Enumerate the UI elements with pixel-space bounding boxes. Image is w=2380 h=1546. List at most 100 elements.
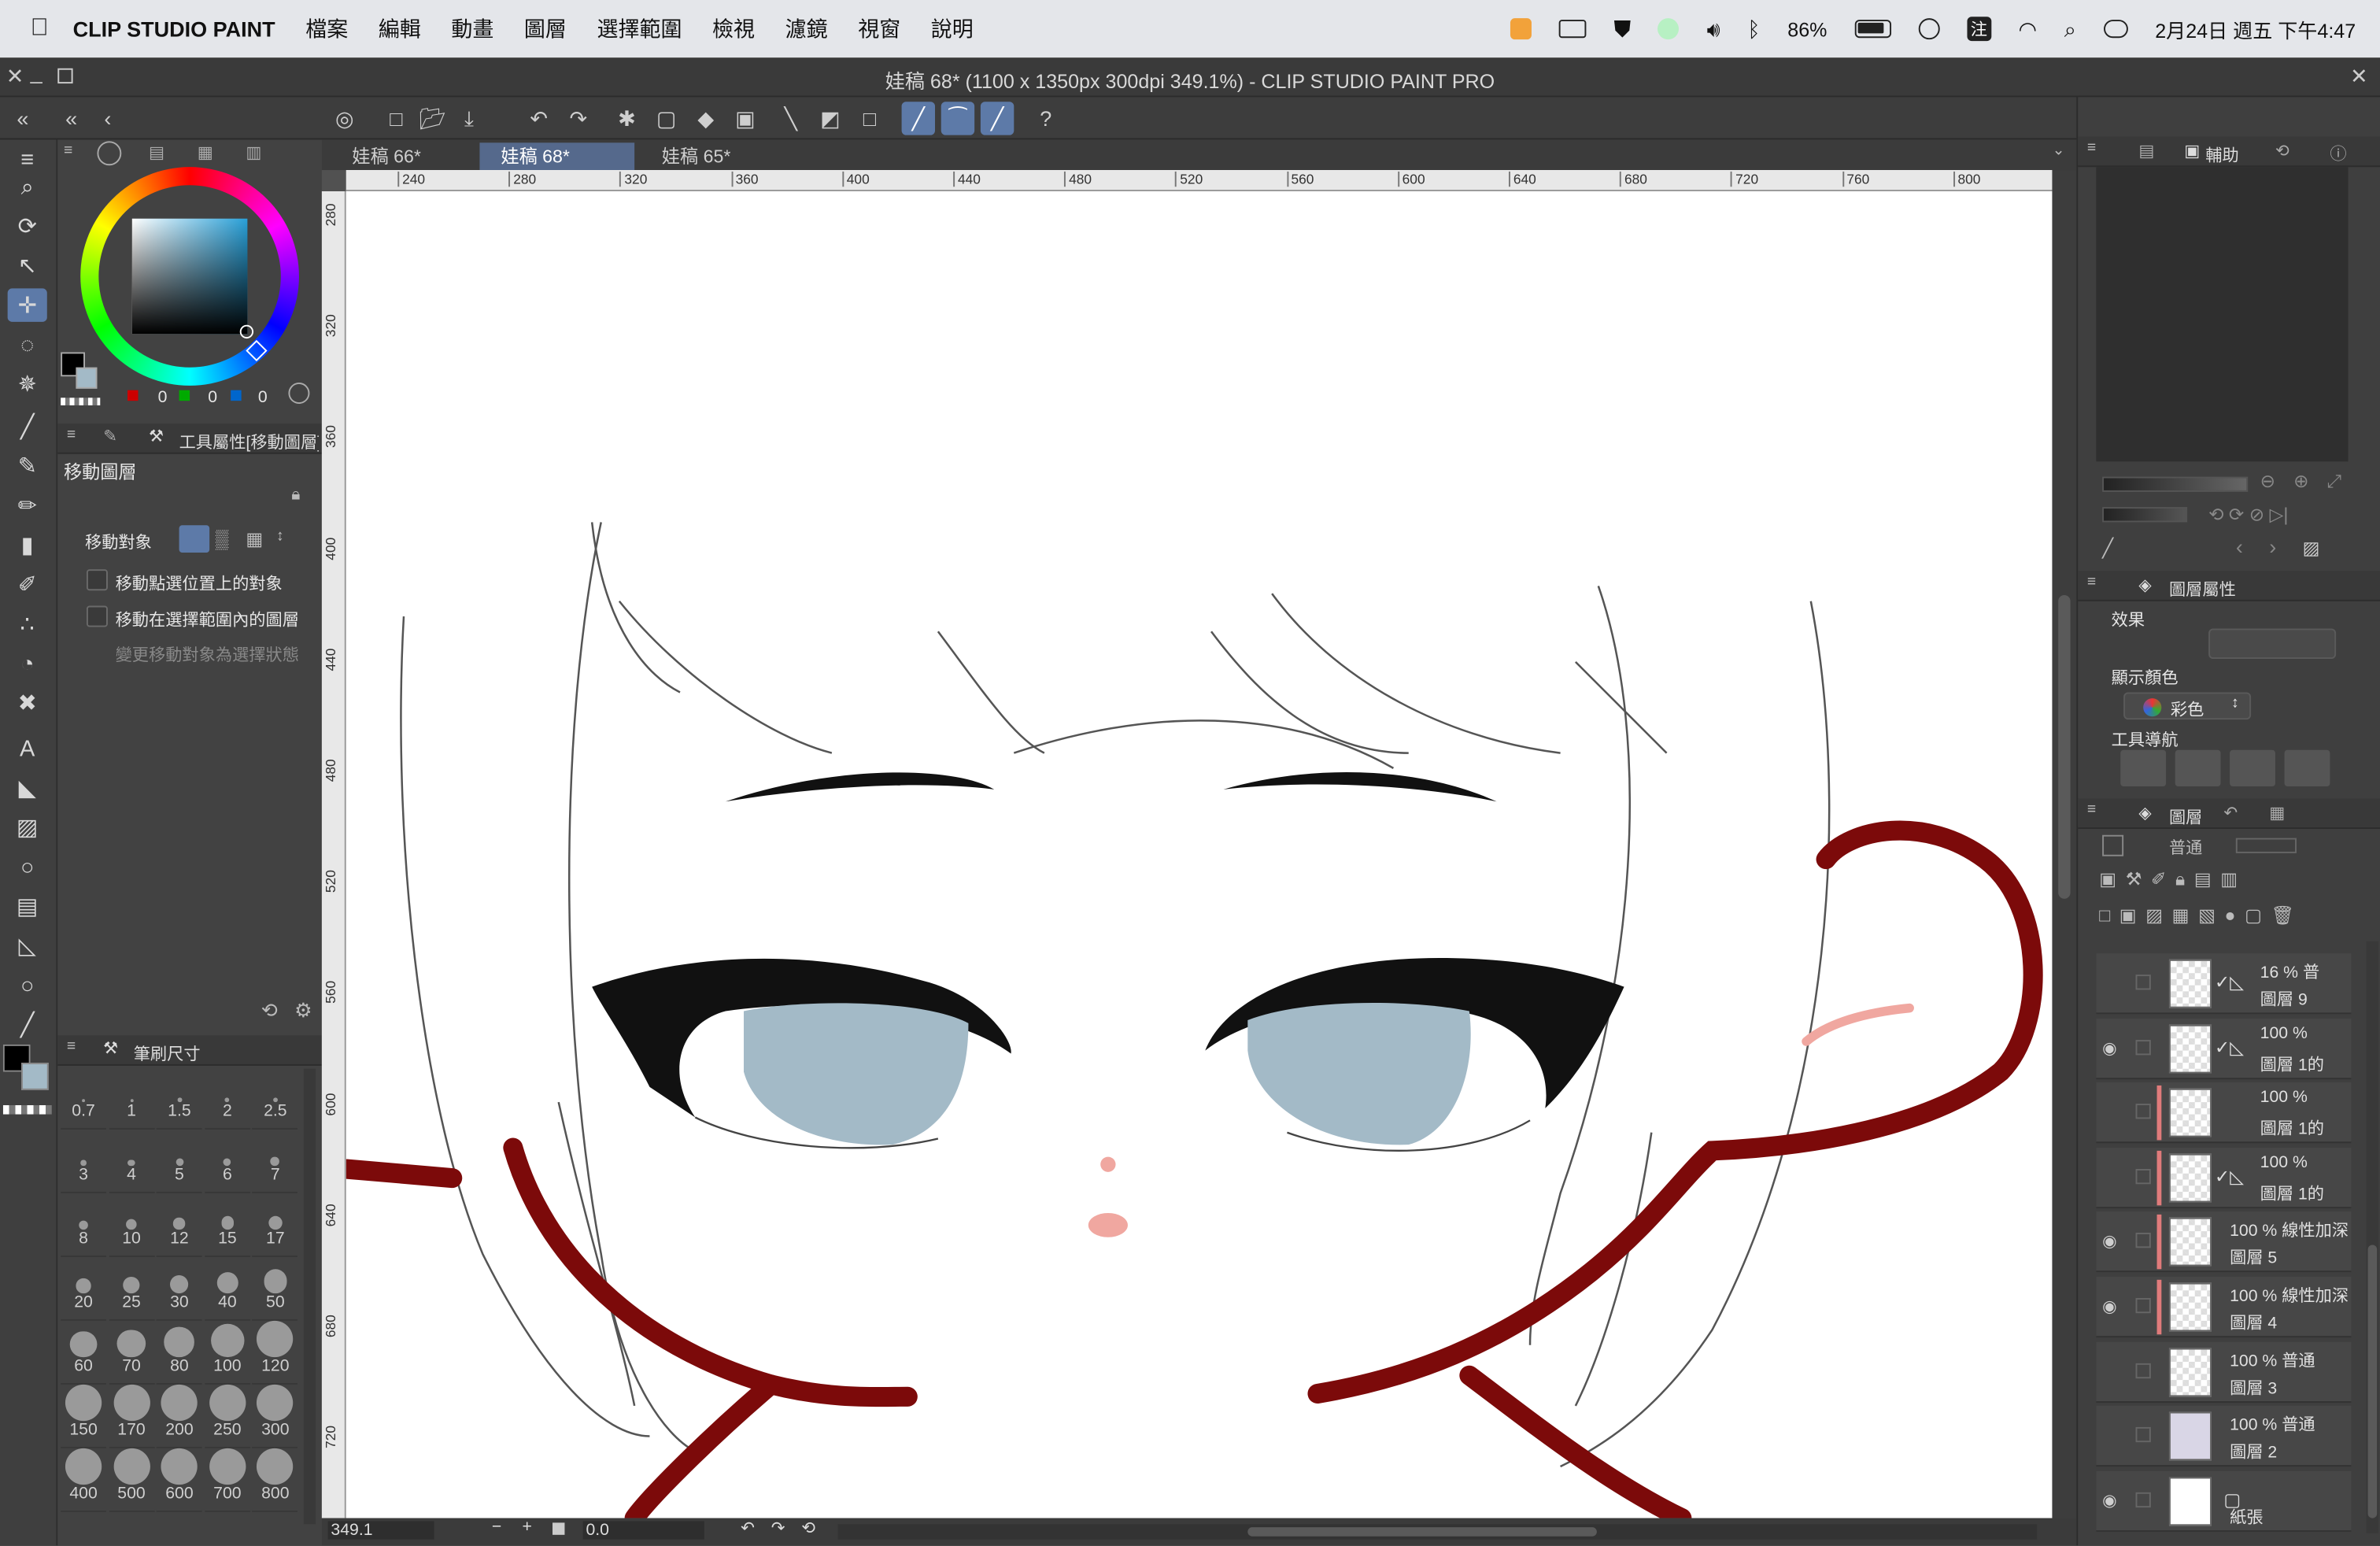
layer-row[interactable]: ◉ 100 % 線性加深 圖層 5 [2096, 1211, 2352, 1273]
opacity-slider[interactable] [2235, 838, 2297, 853]
option2-checkbox[interactable] [86, 605, 108, 627]
tool-nav-btn-2[interactable] [2175, 749, 2221, 787]
brush-size-tab-icon[interactable]: ⚒ [103, 1038, 118, 1058]
tool-nav-btn-1[interactable] [2120, 749, 2167, 787]
frame-icon[interactable]: ▤ [8, 890, 47, 923]
zoom-out-icon[interactable]: − [492, 1518, 501, 1537]
reset-icon[interactable]: ⟲ [261, 999, 278, 1023]
color-mode-icon[interactable] [288, 383, 310, 405]
text-icon[interactable]: A [8, 732, 47, 765]
layer-row[interactable]: ◉ 100 % 線性加深 圖層 4 [2096, 1276, 2352, 1338]
crop-icon[interactable]: ▢ [649, 102, 682, 135]
tab-document-66[interactable]: 娃稿 66* [331, 142, 479, 170]
brush-size-preset[interactable]: 50 [252, 1260, 298, 1321]
sub-tool-tab-icon[interactable]: ✎ [103, 427, 117, 446]
dropper-nav-icon[interactable]: ╱ [2102, 538, 2113, 559]
blend-icon[interactable]: ◔ [8, 647, 47, 680]
rotate-view-icon[interactable]: ⟳ [8, 209, 47, 242]
brush-size-preset[interactable]: 2.5 [252, 1069, 298, 1130]
panel-menu-icon[interactable]: ≡ [2087, 139, 2096, 156]
menu-animation[interactable]: 動畫 [451, 13, 493, 44]
display-color-select[interactable]: 彩色 ↕ [2123, 692, 2252, 720]
saturation-value-square[interactable] [131, 218, 248, 335]
collapse-left-icon[interactable]: « [6, 102, 39, 135]
transform-icon[interactable]: ▣ [729, 102, 762, 135]
panel-menu-icon[interactable]: ≡ [2087, 801, 2096, 818]
brush-size-preset[interactable]: 70 [109, 1324, 154, 1385]
zoom-slider[interactable] [2102, 476, 2249, 492]
assist-tab-label[interactable]: 輔助 [2205, 142, 2238, 167]
rotate-right-icon[interactable]: ↷ [771, 1518, 785, 1538]
pen-icon[interactable]: ✎ [8, 449, 47, 483]
menu-edit[interactable]: 編輯 [379, 13, 421, 44]
settings-icon[interactable]: ⚙ [294, 999, 312, 1023]
brush-size-preset[interactable]: 150 [61, 1384, 107, 1448]
ruler-icon[interactable]: ◺ [8, 929, 47, 962]
layer-lock-checkbox[interactable] [2135, 1168, 2151, 1184]
brush-size-preset[interactable]: 1 [109, 1069, 154, 1130]
lock-icon[interactable]: 🔒︎ [291, 486, 300, 505]
layer-row[interactable]: 100 % 圖層 1的 [2096, 1082, 2352, 1144]
sub-color-icon[interactable] [76, 367, 98, 389]
zoom-in-nav-icon[interactable]: ⊕ [2293, 471, 2308, 492]
tab-document-65[interactable]: 娃稿 65* [641, 142, 789, 170]
save-icon[interactable]: ⤓ [453, 102, 486, 135]
target-dropdown-icon[interactable]: ↕ [276, 528, 284, 545]
wifi-icon[interactable]: ◠ [2018, 16, 2037, 42]
clear-selection-icon[interactable]: ✱ [610, 102, 643, 135]
layer-row[interactable]: ✓◺ 100 % 圖層 1的 [2096, 1147, 2352, 1208]
navigator-tab-icon[interactable]: ▤ [2138, 141, 2154, 161]
brush-size-preset[interactable]: 60 [61, 1324, 107, 1385]
assist-tab-icon[interactable]: ▣ [2184, 141, 2200, 161]
tool-property-tab-icon[interactable]: ⚒ [149, 427, 164, 446]
redo-icon[interactable]: ↷ [562, 102, 595, 135]
brush-size-preset[interactable]: 40 [204, 1260, 250, 1321]
layer-toolbar-1[interactable]: ▣⚒✐🔒︎▤▥ [2099, 868, 2366, 896]
stabilize-icon[interactable]: ╱ [901, 102, 936, 135]
brush-icon[interactable]: ✐ [8, 568, 47, 601]
layer-toolbar-2[interactable]: □▣▨▦▧●▢🗑︎ [2099, 904, 2366, 932]
brush-size-preset[interactable]: 3 [61, 1133, 107, 1193]
brush-size-preset[interactable]: 100 [204, 1323, 250, 1385]
fill-bucket-icon[interactable]: ◣ [8, 771, 47, 804]
history-tab-icon[interactable]: ⟲ [2275, 141, 2289, 161]
brush-size-preset[interactable]: 2 [204, 1069, 250, 1130]
panel-menu-icon[interactable]: ≡ [67, 1038, 76, 1055]
brush-size-preset[interactable]: 250 [204, 1384, 250, 1448]
layer-row[interactable]: 100 % 普通 圖層 2 [2096, 1406, 2352, 1467]
info-tab-icon[interactable]: ⓘ [2330, 141, 2346, 165]
effect-buttons[interactable] [2208, 628, 2337, 660]
brush-size-preset[interactable]: 30 [157, 1260, 202, 1321]
color-picker-handle[interactable] [239, 324, 254, 339]
rotate-left-icon[interactable]: ↶ [741, 1518, 755, 1538]
fill-icon[interactable]: ◆ [689, 102, 722, 135]
eye-hidden-icon[interactable] [2102, 1103, 2123, 1124]
app-menu[interactable]: CLIP STUDIO PAINT [73, 17, 275, 41]
brush-size-preset[interactable]: 6 [204, 1133, 250, 1193]
layer-lock-checkbox[interactable] [2135, 1427, 2151, 1443]
prev-nav-icon[interactable]: ‹ [2236, 534, 2243, 559]
brush-size-preset[interactable]: 5 [157, 1133, 202, 1193]
bluetooth-icon[interactable]: ᛒ [1747, 17, 1760, 41]
panel-menu-icon[interactable]: ≡ [2087, 574, 2096, 590]
rotate-slider[interactable] [2102, 507, 2188, 523]
navigator-preview[interactable] [2096, 167, 2349, 462]
blend-mode-select[interactable]: 普通 [2169, 835, 2202, 860]
folder-nav-icon[interactable]: ▨ [2303, 538, 2320, 559]
scroll-thumb[interactable] [2058, 595, 2071, 899]
line-icon[interactable]: ╱ [8, 1008, 47, 1041]
balloon-icon[interactable]: ○ [8, 968, 47, 1001]
brush-scrollbar[interactable] [303, 1068, 316, 1525]
eye-hidden-icon[interactable] [2102, 1361, 2123, 1382]
menu-file[interactable]: 檔案 [305, 13, 348, 44]
volume-icon[interactable]: 🔊︎ [1707, 16, 1720, 42]
shape-icon[interactable]: ○ [8, 850, 47, 883]
brush-size-preset[interactable]: 400 [61, 1448, 107, 1512]
eye-hidden-icon[interactable] [2102, 1426, 2123, 1447]
brush-size-preset[interactable]: 600 [157, 1448, 202, 1512]
undo-icon[interactable]: ↶ [522, 102, 555, 135]
brush-size-preset[interactable]: 17 [252, 1196, 298, 1257]
undo-tab-icon[interactable]: ↶ [2223, 803, 2238, 823]
brush-size-preset[interactable]: 20 [61, 1260, 107, 1321]
eraser-icon[interactable]: ▮ [8, 528, 47, 561]
